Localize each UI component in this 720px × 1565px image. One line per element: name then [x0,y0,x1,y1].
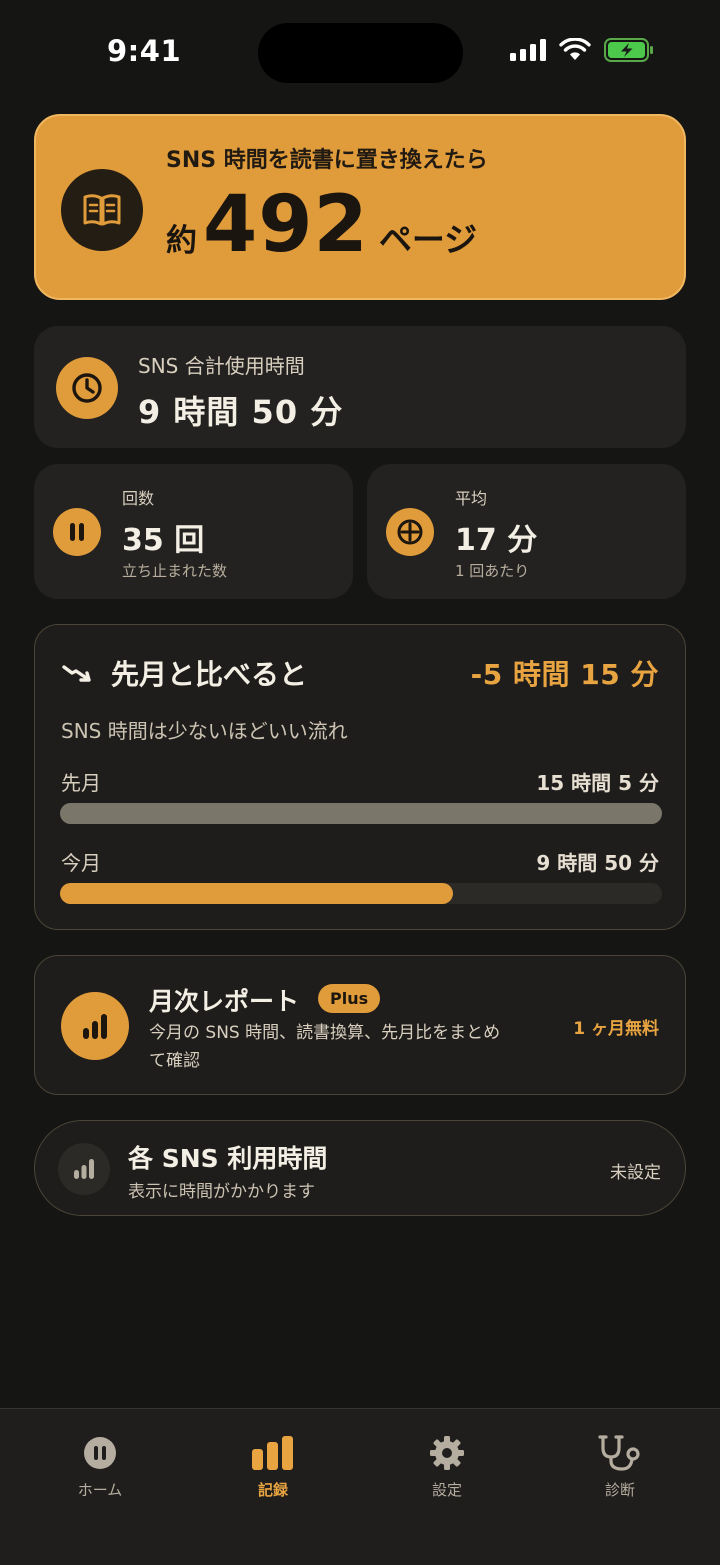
free-trial-label: 1 ヶ月無料 [573,1019,659,1039]
crosshair-icon [397,519,423,545]
sns-bar-chart-icon-badge [58,1143,110,1195]
bar-chart-icon [83,1014,107,1039]
total-usage-value: 9 時間 50 分 [138,393,344,431]
monthly-report-description: 今月の SNS 時間、読書換算、先月比をまとめて確認 [149,1023,501,1071]
hero-value: 約 492 ページ [166,186,477,264]
tab-records-label: 記録 [257,1481,288,1499]
crosshair-icon-badge [386,508,434,556]
sns-usage-subtitle: 表示に時間がかかります [128,1182,315,1202]
comparison-subtitle: SNS 時間は少ないほどいい流れ [61,719,348,743]
count-value: 35 回 [122,523,205,558]
comparison-delta: -5 時間 15 分 [470,658,659,691]
pause-icon [70,523,84,541]
count-card: 回数 35 回 立ち止まれた数 [34,464,353,599]
hero-suffix: ページ [378,220,478,259]
tab-home-label: ホーム [77,1481,123,1499]
tab-settings[interactable]: 設定 [357,1409,537,1519]
last-month-bar-track [60,803,662,824]
tab-diagnosis-label: 診断 [604,1481,635,1499]
this-month-label: 今月 [61,851,101,875]
pause-circle-icon [84,1437,116,1469]
book-icon-badge [61,169,143,251]
tab-home[interactable]: ホーム [10,1409,190,1519]
bar-chart-icon-badge [61,992,129,1060]
battery-charging-icon [604,38,653,62]
plus-badge: Plus [318,984,381,1013]
pause-icon-badge [53,508,101,556]
last-month-bar-fill [60,803,662,824]
stethoscope-icon [598,1435,640,1471]
reading-conversion-card: SNS 時間を読書に置き換えたら 約 492 ページ [34,114,686,300]
tab-settings-label: 設定 [431,1481,462,1499]
wifi-icon [559,38,591,60]
dynamic-island [258,23,463,83]
gear-icon [430,1436,464,1470]
average-card: 平均 17 分 1 回あたり [367,464,686,599]
tab-records[interactable]: 記録 [183,1409,363,1519]
count-sub: 立ち止まれた数 [122,562,228,580]
last-month-value: 15 時間 5 分 [536,771,659,795]
book-icon [83,194,121,226]
sns-usage-card[interactable]: 各 SNS 利用時間 表示に時間がかかります 未設定 [34,1120,686,1216]
hero-title: SNS 時間を読書に置き換えたら [166,148,488,173]
sns-usage-status: 未設定 [610,1163,661,1183]
status-icons [510,38,654,62]
tab-bar: ホーム 記録 設定 診断 [0,1408,720,1565]
trend-down-icon [62,665,91,682]
average-sub: 1 回あたり [455,562,530,580]
bar-chart-icon [74,1159,94,1179]
monthly-report-card[interactable]: 月次レポート Plus 今月の SNS 時間、読書換算、先月比をまとめて確認 1… [34,955,686,1095]
count-label: 回数 [122,489,155,508]
clock-icon-badge [56,357,118,419]
monthly-report-title: 月次レポート [149,987,300,1016]
cellular-signal-icon [510,39,546,61]
status-time: 9:41 [107,34,182,68]
hero-pages-number: 492 [203,180,369,270]
total-usage-label: SNS 合計使用時間 [138,354,305,378]
this-month-bar-fill [60,883,453,904]
status-bar: 9:41 [0,0,720,100]
average-label: 平均 [455,489,488,508]
clock-icon [72,373,102,403]
this-month-bar-track [60,883,662,904]
sns-usage-title: 各 SNS 利用時間 [128,1144,328,1173]
average-value: 17 分 [455,523,538,558]
this-month-value: 9 時間 50 分 [536,851,659,875]
comparison-title: 先月と比べると [111,658,308,691]
month-comparison-card: 先月と比べると -5 時間 15 分 SNS 時間は少ないほどいい流れ 先月 1… [34,624,686,930]
hero-prefix: 約 [166,223,197,259]
tab-diagnosis[interactable]: 診断 [530,1409,710,1519]
total-usage-card: SNS 合計使用時間 9 時間 50 分 [34,326,686,448]
last-month-label: 先月 [61,771,101,795]
bar-chart-icon [252,1436,293,1470]
